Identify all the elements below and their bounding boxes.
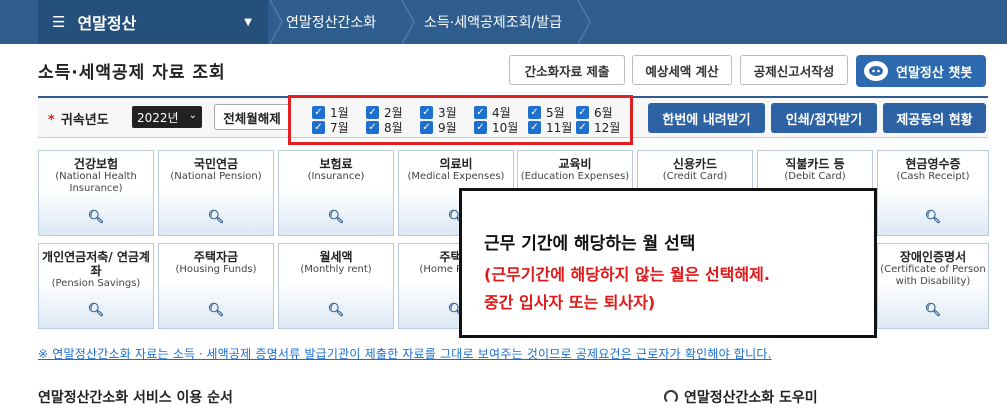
card-health-insurance[interactable]: 건강보험 (National Health Insurance) 🔍︎ <box>38 150 154 236</box>
card-title: 신용카드 <box>672 157 718 171</box>
card-title: 주택자금 <box>193 250 239 264</box>
chatbot-label: 연말정산 챗봇 <box>896 65 973 81</box>
card-subtitle: (Housing Funds) <box>175 264 257 275</box>
breadcrumb-lookup[interactable]: 소득·세액공제조회/발급 <box>424 0 562 44</box>
year-label-text: 귀속년도 <box>60 113 109 128</box>
card-title: 건강보험 <box>73 157 119 171</box>
chatbot-button[interactable]: 연말정산 챗봇 <box>856 55 986 87</box>
card-title: 월세액 <box>319 250 353 264</box>
card-subtitle: (Pension Savings) <box>51 278 141 289</box>
card-title: 개인연금저축/ 연금계좌 <box>42 250 150 278</box>
card-subtitle: (Certificate of Person with Disability) <box>880 264 986 287</box>
chevron-right-icon <box>269 0 283 44</box>
search-icon: 🔍︎ <box>87 210 105 225</box>
card-subtitle: (National Health Insurance) <box>55 171 137 194</box>
chatbot-icon <box>864 61 888 81</box>
page-title: 소득·세액공제 자료 조회 <box>38 63 226 83</box>
service-order-heading: 연말정산간소화 서비스 이용 순서 <box>38 390 233 406</box>
card-title: 교육비 <box>558 157 592 171</box>
chevron-down-icon: ⌄ <box>188 110 197 121</box>
main-menu-dropdown[interactable]: ☰ 연말정산 ▼ <box>38 0 268 44</box>
card-cash-receipt[interactable]: 현금영수증 (Cash Receipt) 🔍︎ <box>877 150 989 236</box>
search-icon: 🔍︎ <box>207 303 225 318</box>
card-title: 직불카드 등 <box>785 157 845 171</box>
card-subtitle: (Education Expenses) <box>520 171 630 182</box>
caret-down-icon: ▼ <box>244 16 252 28</box>
notice-link[interactable]: ※ 연말정산간소화 자료는 소득ㆍ세액공제 증명서류 발급기관이 제출한 자료를… <box>38 345 772 362</box>
card-monthly-rent[interactable]: 월세액 (Monthly rent) 🔍︎ <box>278 243 394 329</box>
deselect-all-months-button[interactable]: 전체월해제 <box>214 104 290 130</box>
card-subtitle: (Medical Expenses) <box>407 171 505 182</box>
search-icon: 🔍︎ <box>924 210 942 225</box>
card-subtitle: (Cash Receipt) <box>896 171 970 182</box>
year-select[interactable]: 2022년 ⌄ <box>132 106 202 128</box>
card-title: 의료비 <box>439 157 473 171</box>
search-icon: 🔍︎ <box>327 303 345 318</box>
estimate-tax-button[interactable]: 예상세액 계산 <box>632 55 732 85</box>
print-braille-button[interactable]: 인쇄/점자받기 <box>771 103 877 133</box>
search-icon: 🔍︎ <box>924 303 942 318</box>
card-subtitle: (Credit Card) <box>662 171 728 182</box>
breadcrumb-simplified[interactable]: 연말정산간소화 <box>286 0 376 44</box>
callout-line-3: 중간 입사자 또는 퇴사자) <box>484 293 656 312</box>
card-national-pension[interactable]: 국민연금 (National Pension) 🔍︎ <box>158 150 274 236</box>
search-icon: 🔍︎ <box>327 210 345 225</box>
card-title: 보험료 <box>319 157 353 171</box>
card-subtitle: (National Pension) <box>170 171 262 182</box>
card-pension-savings[interactable]: 개인연금저축/ 연금계좌 (Pension Savings) 🔍︎ <box>38 243 154 329</box>
headset-icon <box>664 390 678 404</box>
helper-label: 연말정산간소화 도우미 <box>684 390 818 406</box>
required-star: * <box>48 113 55 128</box>
card-subtitle: (Insurance) <box>307 171 365 182</box>
card-title: 국민연금 <box>193 157 239 171</box>
card-title: 장애인증명서 <box>899 250 967 264</box>
hamburger-icon: ☰ <box>52 13 66 31</box>
write-declaration-button[interactable]: 공제신고서작성 <box>740 55 848 85</box>
callout-line-1: 근무 기간에 해당하는 월 선택 <box>484 234 696 254</box>
helper-heading[interactable]: 연말정산간소화 도우미 <box>664 387 818 407</box>
submit-data-button[interactable]: 간소화자료 제출 <box>509 55 625 85</box>
consent-status-button[interactable]: 제공동의 현황 <box>883 103 986 133</box>
year-label: * 귀속년도 <box>48 109 109 128</box>
card-subtitle: (Debit Card) <box>784 171 846 182</box>
month-highlight-box <box>288 95 633 145</box>
search-icon: 🔍︎ <box>207 210 225 225</box>
card-housing-funds[interactable]: 주택자금 (Housing Funds) 🔍︎ <box>158 243 274 329</box>
card-title: 현금영수증 <box>905 157 961 171</box>
menu-label: 연말정산 <box>77 14 137 33</box>
year-value: 2022년 <box>137 110 179 125</box>
annotation-callout: 근무 기간에 해당하는 월 선택 (근무기간에 해당하지 않는 월은 선택해제.… <box>459 188 877 338</box>
chevron-right-icon <box>577 0 591 44</box>
chevron-right-icon <box>401 0 415 44</box>
search-icon: 🔍︎ <box>87 303 105 318</box>
card-subtitle: (Monthly rent) <box>300 264 372 275</box>
callout-line-2: (근무기간에 해당하지 않는 월은 선택해제. <box>484 265 770 284</box>
download-all-button[interactable]: 한번에 내려받기 <box>648 103 765 133</box>
card-insurance[interactable]: 보험료 (Insurance) 🔍︎ <box>278 150 394 236</box>
card-disability-certificate[interactable]: 장애인증명서 (Certificate of Person with Disabi… <box>877 243 989 329</box>
